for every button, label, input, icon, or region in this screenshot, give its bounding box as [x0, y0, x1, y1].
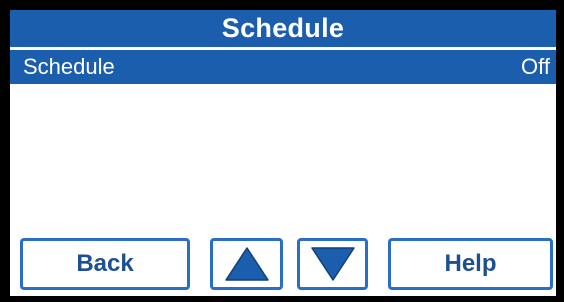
menu-row-label: Schedule	[23, 54, 115, 79]
help-button[interactable]: Help	[388, 238, 553, 290]
menu-row-schedule[interactable]: Schedule Off	[10, 50, 556, 84]
menu-row-value: Off	[521, 54, 550, 79]
display-screen: Schedule Schedule Off Back Help	[10, 10, 556, 296]
scroll-up-button[interactable]	[210, 238, 283, 290]
back-button-label: Back	[76, 250, 134, 277]
back-button[interactable]: Back	[20, 238, 190, 290]
device-bezel: Schedule Schedule Off Back Help	[0, 0, 564, 302]
scroll-down-button[interactable]	[297, 238, 368, 290]
page-title-bar: Schedule	[10, 10, 556, 47]
arrow-up-icon	[224, 246, 270, 282]
arrow-down-icon	[310, 246, 356, 282]
help-button-label: Help	[444, 250, 497, 277]
page-title: Schedule	[221, 13, 345, 43]
